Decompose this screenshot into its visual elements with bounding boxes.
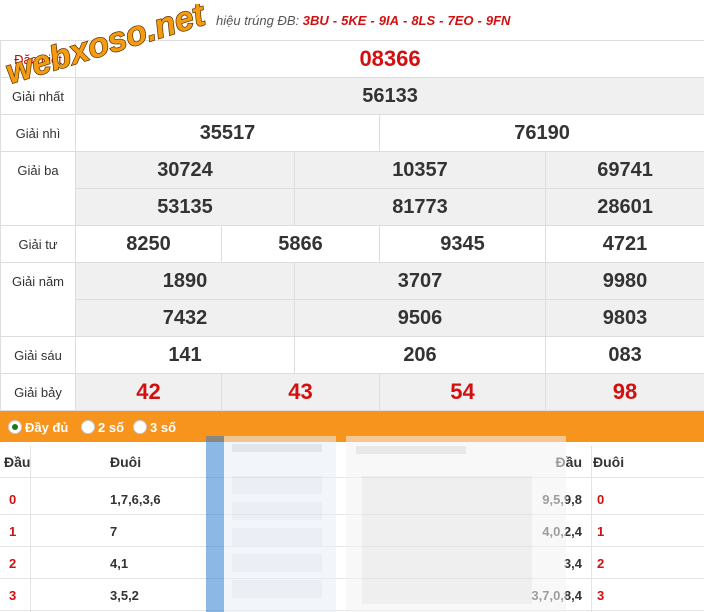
prize-label-fourth: Giải tư <box>0 225 76 263</box>
prize-number: 7432 <box>75 299 295 337</box>
prize-number: 206 <box>294 336 546 374</box>
prize-number: 9345 <box>379 225 546 263</box>
prize-number: 9803 <box>544 299 704 337</box>
prize-number: 43 <box>221 373 380 411</box>
radio-icon[interactable] <box>81 420 95 434</box>
table-row: 2 4,1 3,4 2 <box>0 547 704 579</box>
prize-number: 28601 <box>544 188 704 226</box>
prize-number: 083 <box>544 336 704 374</box>
prize-number: 3707 <box>294 262 546 300</box>
option-full[interactable]: Đầy đủ <box>8 418 68 436</box>
radio-selected-icon[interactable] <box>8 420 22 434</box>
prize-number: 4721 <box>544 225 704 263</box>
table-row: 3 3,5,2 3,7,0,8,4 3 <box>0 579 704 611</box>
header-dau: Đầu <box>4 454 31 470</box>
result-header: hiệu trúng ĐB: 3BU -5KE -9IA -8LS -7EO -9FN <box>0 0 704 40</box>
option-three-label: 3 số <box>150 419 177 435</box>
prize-number: 53135 <box>75 188 295 226</box>
prize-number: 1890 <box>75 262 295 300</box>
header-dau-right: Đầu <box>555 454 582 470</box>
table-row: 1 7 4,0,2,4 1 <box>0 515 704 547</box>
special-code: 7EO <box>447 13 474 28</box>
table-row: 0 1,7,6,3,6 9,5,9,8 0 <box>0 483 704 515</box>
prize-label-fifth: Giải năm <box>0 262 76 337</box>
prize-table: Đặc biệt 08366 Giải nhất 56133 Giải nhì … <box>0 40 704 411</box>
special-codes-line: hiệu trúng ĐB: 3BU -5KE -9IA -8LS -7EO -9FN <box>216 13 511 28</box>
option-three-digits[interactable]: 3 số <box>133 418 176 436</box>
prize-number: 30724 <box>75 151 295 189</box>
special-code: 5KE <box>341 13 367 28</box>
prize-label-first: Giải nhất <box>0 77 76 115</box>
option-two-label: 2 số <box>98 419 125 435</box>
prize-number: 9980 <box>544 262 704 300</box>
prize-label-special: Đặc biệt <box>0 40 76 78</box>
prize-number: 76190 <box>378 114 704 152</box>
special-code: 3BU <box>302 13 329 28</box>
display-options-bar: Đầy đủ 2 số 3 số <box>0 411 704 442</box>
header-duoi-right: Đuôi <box>593 454 625 470</box>
prize-number: 69741 <box>544 151 704 189</box>
prize-label-sixth: Giải sáu <box>0 336 76 374</box>
prize-number: 141 <box>75 336 295 374</box>
prize-special-number: 08366 <box>74 40 704 78</box>
prize-number: 42 <box>75 373 222 411</box>
radio-icon[interactable] <box>133 420 147 434</box>
prize-number: 54 <box>379 373 546 411</box>
special-code: 9FN <box>485 13 511 28</box>
codes-prefix: hiệu trúng ĐB: <box>216 13 300 28</box>
prize-number: 5866 <box>221 225 380 263</box>
prize-label-seventh: Giải bảy <box>0 373 76 411</box>
prize-number: 8250 <box>75 225 222 263</box>
special-code: 8LS <box>411 13 436 28</box>
prize-number: 9506 <box>294 299 546 337</box>
option-full-label: Đầy đủ <box>25 419 69 435</box>
option-two-digits[interactable]: 2 số <box>81 418 124 436</box>
table-header-row: Đầu Đuôi Đầu Đuôi <box>0 446 704 478</box>
prize-number: 35517 <box>75 114 380 152</box>
prize-number: 81773 <box>294 188 546 226</box>
prize-label-third: Giải ba <box>0 151 76 226</box>
prize-number: 56133 <box>74 77 704 115</box>
head-tail-table: Đầu Đuôi Đầu Đuôi 0 1,7,6,3,6 9,5,9,8 0 … <box>0 446 704 612</box>
header-duoi: Đuôi <box>110 454 142 470</box>
prize-label-second: Giải nhì <box>0 114 76 152</box>
prize-number: 10357 <box>294 151 546 189</box>
prize-number: 98 <box>544 373 704 411</box>
special-code: 9IA <box>378 13 399 28</box>
